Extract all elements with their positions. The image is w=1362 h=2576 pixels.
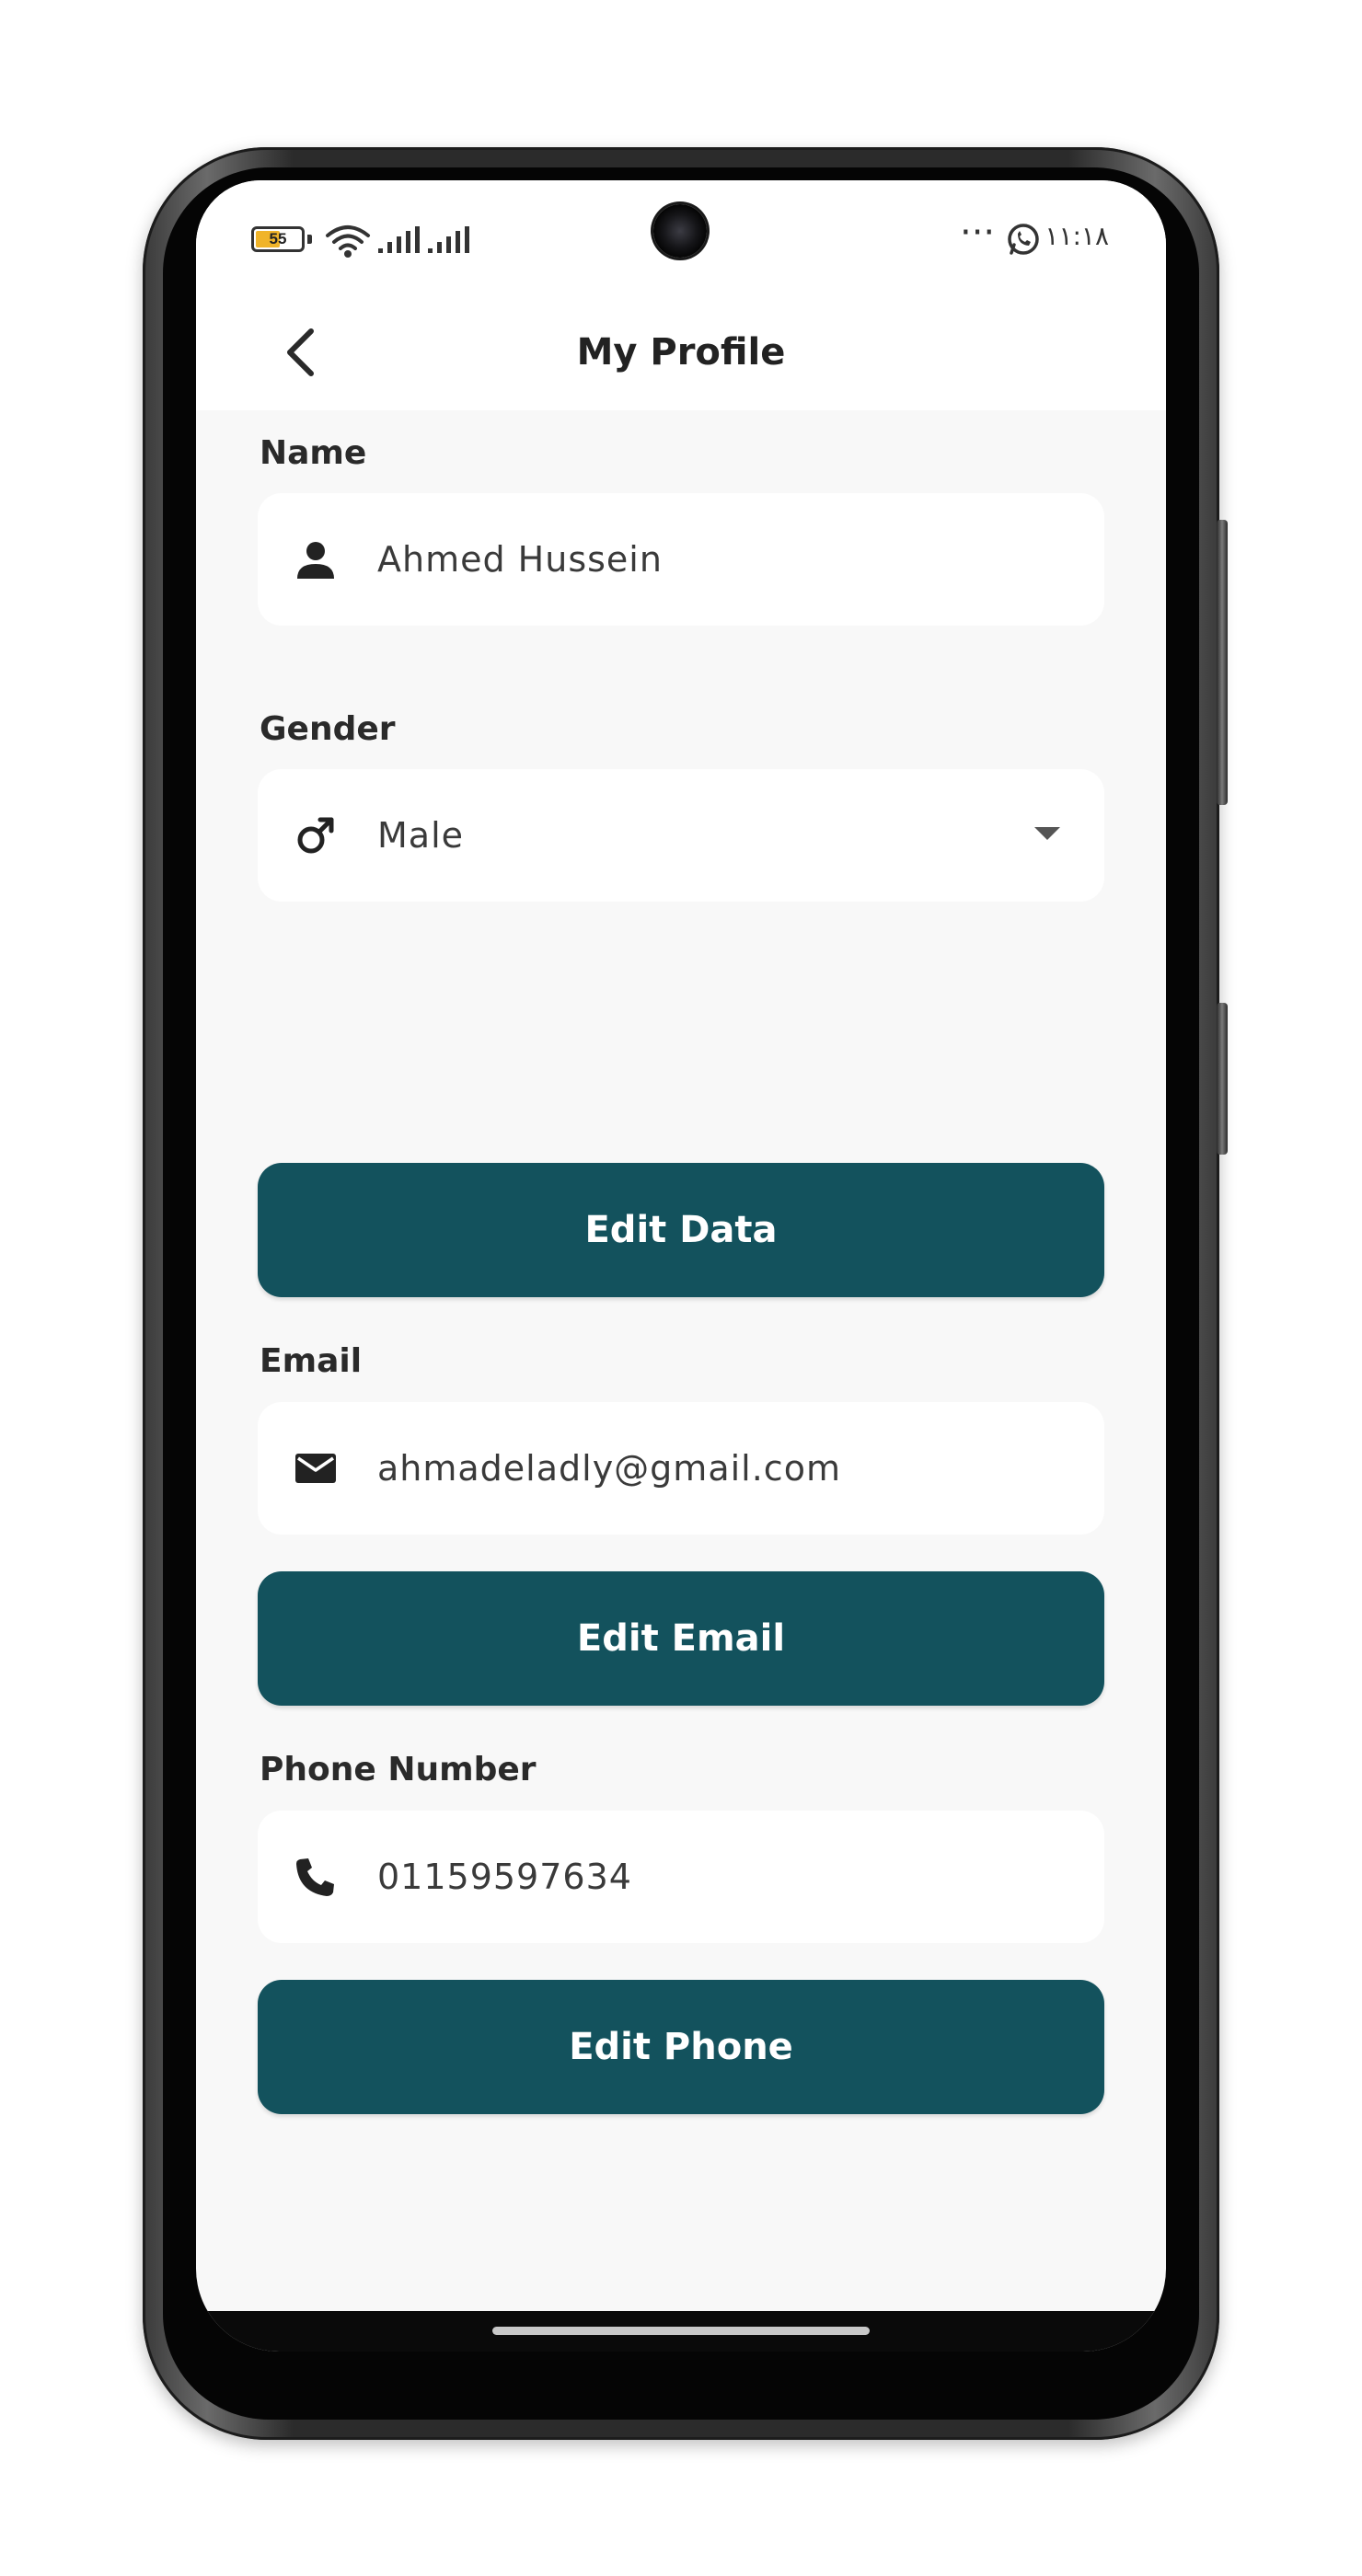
name-field[interactable]: Ahmed Hussein [258, 493, 1104, 626]
person-icon [297, 542, 334, 579]
signal-icon [378, 226, 420, 253]
power-button [1217, 1003, 1228, 1155]
home-indicator[interactable] [492, 2327, 870, 2335]
signal-icon [428, 226, 469, 253]
email-field[interactable]: ahmadeladly@gmail.com [258, 1402, 1104, 1535]
status-bar: 55 ··· ١١:١٨ [196, 180, 1166, 300]
gender-value: Male [377, 815, 465, 856]
battery-level-text: 55 [269, 230, 287, 247]
app-header: My Profile [196, 300, 1166, 410]
wifi-icon [326, 225, 370, 258]
caret-down-icon[interactable] [1034, 827, 1060, 840]
email-value: ahmadeladly@gmail.com [377, 1448, 841, 1489]
more-dots-icon: ··· [960, 212, 996, 254]
front-camera [653, 204, 707, 258]
edit-email-button[interactable]: Edit Email [258, 1571, 1104, 1706]
edit-data-button[interactable]: Edit Data [258, 1163, 1104, 1297]
volume-button [1217, 520, 1228, 805]
battery-tip [307, 235, 312, 244]
page-title: My Profile [576, 331, 786, 374]
phone-screen: 55 ··· ١١:١٨ My Profile Name Ahmed Husse… [196, 180, 1166, 2352]
status-time: ١١:١٨ [1045, 221, 1109, 251]
phone-field[interactable]: 01159597634 [258, 1811, 1104, 1943]
edit-phone-button[interactable]: Edit Phone [258, 1980, 1104, 2114]
name-label: Name [260, 434, 367, 472]
gender-dropdown[interactable]: Male [258, 769, 1104, 902]
gender-label: Gender [260, 710, 396, 748]
phone-icon [296, 1858, 334, 1896]
phone-label: Phone Number [260, 1751, 537, 1788]
whatsapp-icon [1008, 224, 1039, 255]
mail-icon [295, 1454, 336, 1483]
phone-value: 01159597634 [377, 1857, 632, 1897]
name-value: Ahmed Hussein [377, 539, 663, 580]
male-icon [297, 817, 334, 854]
email-label: Email [260, 1342, 363, 1380]
battery-icon: 55 [251, 226, 305, 252]
